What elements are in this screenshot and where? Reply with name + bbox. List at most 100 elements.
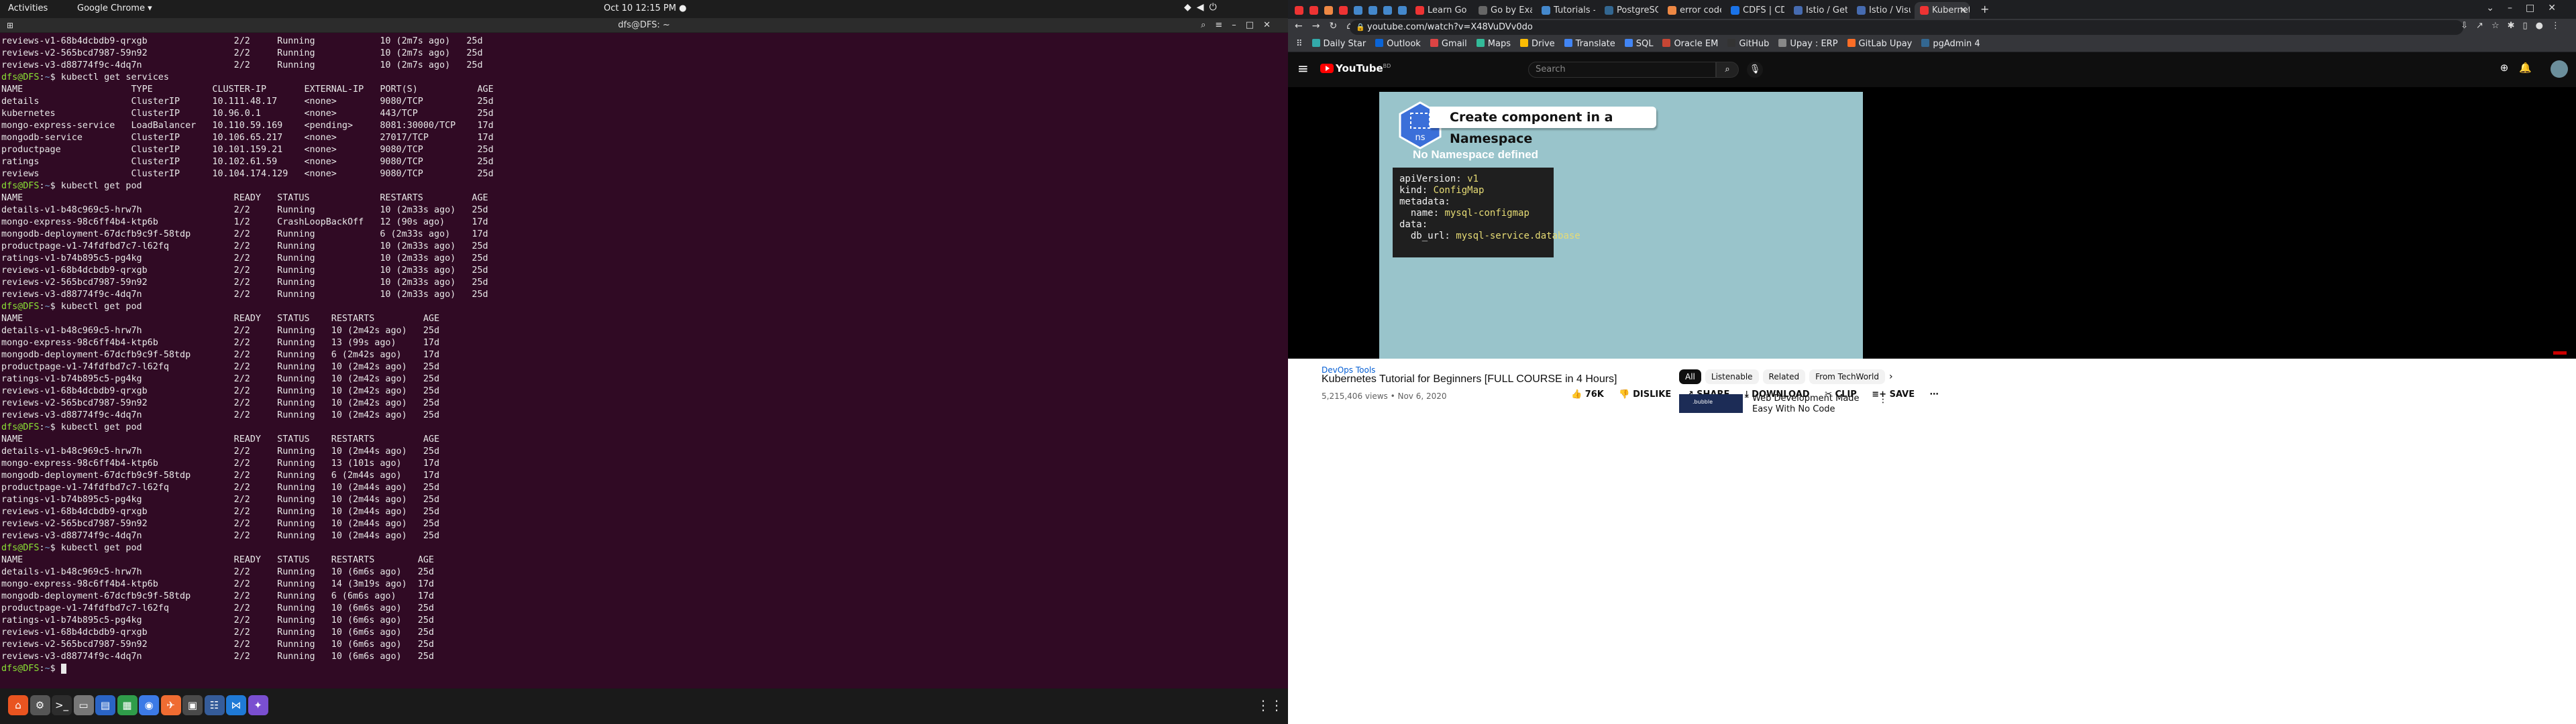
close-icon[interactable]: ✕ [2548, 3, 2569, 13]
minimize-icon[interactable]: – [2508, 3, 2526, 13]
browser-tab[interactable]: Go by Examp [1473, 2, 1532, 19]
filter-chip[interactable]: Listenable [1705, 369, 1759, 384]
new-tab-button[interactable]: + [1980, 3, 1989, 15]
bookmark-item[interactable]: GitLab Upay [1847, 36, 1912, 52]
more-actions-button[interactable]: ⋯ [1930, 389, 1939, 400]
bookmark-item[interactable]: Upay : ERP [1778, 36, 1838, 52]
browser-tab[interactable] [1336, 2, 1350, 19]
filter-chip[interactable]: Related [1762, 369, 1806, 384]
browser-tab[interactable] [1395, 2, 1409, 19]
bookmark-item[interactable]: Drive [1520, 36, 1555, 52]
postman-icon[interactable]: ✈ [160, 695, 181, 715]
bookmark-star-icon[interactable]: ☆ [2491, 21, 2508, 31]
prompt-line: dfs@DFS:~$ [1, 663, 1288, 675]
recommended-title[interactable]: Web Development Made Easy With No Code [1752, 394, 1873, 415]
terminal-icon[interactable]: >_ [52, 695, 72, 715]
create-video-icon[interactable]: ⊕ [2500, 62, 2520, 74]
app-menu[interactable]: Google Chrome ▾ [77, 3, 152, 13]
avatar[interactable] [2551, 60, 2568, 78]
recommended-thumbnail[interactable]: .bubble [1679, 394, 1743, 413]
ubuntu-software-icon[interactable]: ⌂ [8, 695, 28, 715]
browser-tab[interactable] [1366, 2, 1379, 19]
forward-icon[interactable]: → [1312, 21, 1330, 32]
bookmark-item[interactable]: Oracle EM [1662, 36, 1718, 52]
bookmark-item[interactable]: Maps [1476, 36, 1511, 52]
terminal-window[interactable]: ⊞ dfs@DFS: ~ ⌕≡–□✕ reviews-v1-68b4dcbdb9… [0, 18, 1288, 688]
ide-icon[interactable]: ✦ [248, 695, 268, 715]
new-tab-icon[interactable]: ⊞ [7, 18, 13, 33]
browser-tab[interactable]: error code ai [1662, 2, 1721, 19]
browser-tab[interactable]: Istio / Visual [1851, 2, 1911, 19]
spreadsheet-icon[interactable]: ▦ [117, 695, 138, 715]
install-icon[interactable]: ⇩ [2461, 21, 2476, 31]
bookmark-item[interactable]: Gmail [1430, 36, 1467, 52]
bookmark-item[interactable]: Daily Star [1311, 36, 1366, 52]
screenshot-icon[interactable]: ▣ [182, 695, 203, 715]
close-icon[interactable]: ✕ [1263, 20, 1280, 30]
system-tray[interactable]: ◆◀⏻ [1184, 2, 1222, 13]
extensions-icon[interactable]: ✱ [2508, 21, 2523, 31]
bookmark-favicon-icon [1564, 39, 1572, 47]
prompt-user: dfs@DFS [1, 302, 40, 312]
tab-close-icon[interactable]: ✕ [1960, 2, 1967, 19]
browser-tab[interactable] [1381, 2, 1394, 19]
maximize-icon[interactable]: □ [1246, 20, 1263, 30]
share-icon[interactable]: ↗ [2476, 21, 2491, 31]
browser-tab[interactable]: Istio / Gettin [1788, 2, 1847, 19]
files-icon[interactable]: ▭ [73, 695, 94, 715]
browser-tab[interactable]: PostgreSQL [1599, 2, 1658, 19]
minimize-icon[interactable]: – [1232, 20, 1246, 30]
like-button[interactable]: 👍 76K [1571, 389, 1604, 400]
settings-icon[interactable]: ⚙ [30, 695, 50, 715]
bookmark-favicon-icon [1520, 39, 1528, 47]
dislike-button[interactable]: 👎 DISLIKE [1619, 389, 1671, 400]
reload-icon[interactable]: ↻ [1329, 21, 1346, 32]
apps-grid-icon[interactable]: ⠿ [1296, 36, 1303, 52]
bookmark-item[interactable]: Translate [1564, 36, 1615, 52]
terminal-output[interactable]: reviews-v1-68b4dcbdb9-qrxgb 2/2 Running … [0, 33, 1288, 675]
filter-chip[interactable]: From TechWorld [1809, 369, 1885, 384]
chrome-menu-icon[interactable]: ⋮ [2551, 21, 2568, 31]
bookmark-item[interactable]: pgAdmin 4 [1921, 36, 1980, 52]
menu-icon[interactable]: ≡ [1215, 20, 1232, 30]
browser-tab[interactable] [1322, 2, 1335, 19]
browser-tab[interactable] [1292, 2, 1305, 19]
search-input[interactable]: Search [1528, 62, 1716, 78]
chips-next-icon[interactable]: › [1889, 371, 1893, 382]
chrome-icon[interactable]: ◉ [139, 695, 159, 715]
notifications-icon[interactable]: 🔔 [2519, 62, 2542, 74]
side-panel-icon[interactable]: ▯ [2523, 21, 2536, 31]
search-button[interactable]: ⌕ [1716, 62, 1739, 78]
tab-active[interactable]: Kubernetes ✕ [1915, 2, 1970, 19]
command-text: kubectl get pod [60, 302, 142, 312]
vscode-icon[interactable]: ⋈ [226, 695, 246, 715]
activities-button[interactable]: Activities [8, 3, 48, 13]
bookmark-item[interactable]: SQL [1624, 36, 1653, 52]
bookmark-favicon-icon [1778, 39, 1787, 47]
browser-tab[interactable]: CDFS | CDFS [1725, 2, 1784, 19]
document-icon[interactable]: ▤ [95, 695, 115, 715]
filter-chip[interactable]: All [1679, 369, 1701, 384]
database-icon[interactable]: ☷ [204, 695, 225, 715]
back-icon[interactable]: ← [1295, 21, 1312, 32]
browser-tab[interactable] [1307, 2, 1320, 19]
clock[interactable]: Oct 10 12:15 PM ● [604, 3, 686, 13]
browser-tab[interactable]: Learn Go Pro [1410, 2, 1469, 19]
tab-search-icon[interactable]: ⌄ [2486, 3, 2508, 13]
bookmark-item[interactable]: GitHub [1727, 36, 1769, 52]
bookmark-item[interactable]: Outlook [1375, 36, 1421, 52]
hamburger-menu-icon[interactable]: ≡ [1297, 60, 1309, 76]
terminal-titlebar[interactable]: ⊞ dfs@DFS: ~ ⌕≡–□✕ [0, 18, 1288, 33]
recommended-more-icon[interactable]: ⋮ [1878, 394, 1888, 405]
tab-label: CDFS | CDFS [1743, 5, 1784, 15]
browser-tab[interactable]: Tutorials - Th [1536, 2, 1595, 19]
youtube-logo[interactable]: YouTubeBD [1320, 62, 1391, 74]
voice-search-button[interactable]: 🎙 [1747, 62, 1763, 78]
search-icon[interactable]: ⌕ [1201, 20, 1215, 30]
maximize-icon[interactable]: □ [2526, 3, 2548, 13]
toolbar: ←→↻⌂ 🔒youtube.com/watch?v=X48VuDVv0do ⇩↗… [1288, 19, 2576, 36]
browser-tab[interactable] [1351, 2, 1364, 19]
video-player[interactable]: ns Create component in a Namespace No Na… [1288, 87, 2576, 359]
address-bar[interactable]: 🔒 youtube.com/watch?v=X48VuDVv0do [1350, 20, 2463, 35]
profile-icon[interactable]: ● [2536, 21, 2551, 31]
